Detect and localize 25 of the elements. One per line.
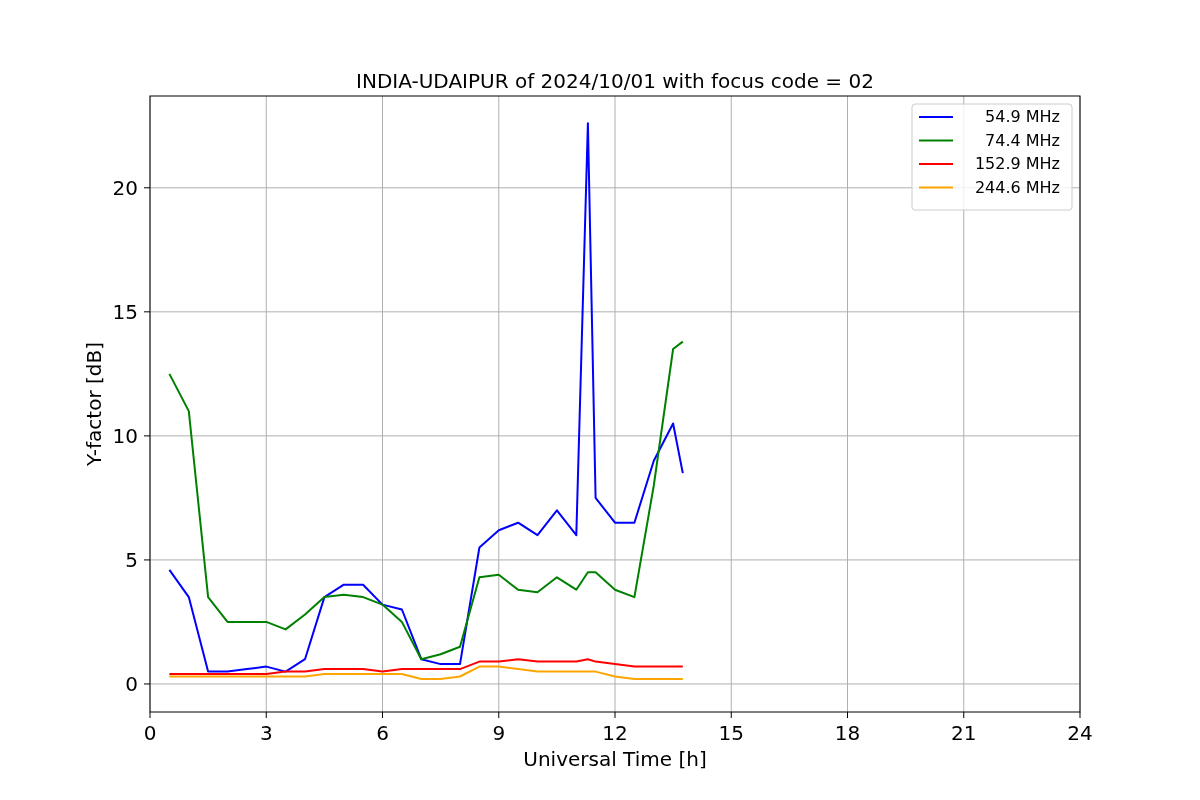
legend-label: 244.6 MHz bbox=[974, 177, 1060, 197]
y-tick-label: 5 bbox=[125, 547, 138, 572]
y-tick-label: 15 bbox=[112, 299, 138, 324]
x-axis-label: Universal Time [h] bbox=[523, 747, 707, 771]
legend-label: 54.9 MHz bbox=[985, 107, 1060, 126]
legend-line-icon bbox=[918, 116, 954, 118]
x-tick-label: 21 bbox=[951, 721, 977, 745]
y-tick-label: 0 bbox=[125, 671, 138, 696]
chart-title: INDIA-UDAIPUR of 2024/10/01 with focus code = 02 bbox=[356, 69, 874, 93]
legend-line-icon bbox=[918, 163, 954, 165]
legend-label: 74.4 MHz bbox=[985, 130, 1060, 150]
x-tick-label: 0 bbox=[143, 721, 157, 745]
x-tick-label: 18 bbox=[834, 721, 861, 745]
y-tick-label: 10 bbox=[112, 423, 138, 448]
legend-label: 152.9 MHz bbox=[974, 154, 1060, 173]
x-tick-label: 9 bbox=[492, 721, 506, 745]
legend-line-icon bbox=[918, 186, 954, 189]
y-tick-label: 20 bbox=[112, 175, 138, 200]
x-tick-label: 24 bbox=[1067, 721, 1093, 745]
x-tick-label: 12 bbox=[602, 721, 628, 745]
x-tick-label: 15 bbox=[718, 721, 744, 745]
legend-line-icon bbox=[918, 139, 954, 142]
y-axis-label: Y-factor [dB] bbox=[82, 342, 106, 466]
x-tick-label: 6 bbox=[376, 721, 389, 745]
x-tick-label: 3 bbox=[259, 721, 273, 745]
